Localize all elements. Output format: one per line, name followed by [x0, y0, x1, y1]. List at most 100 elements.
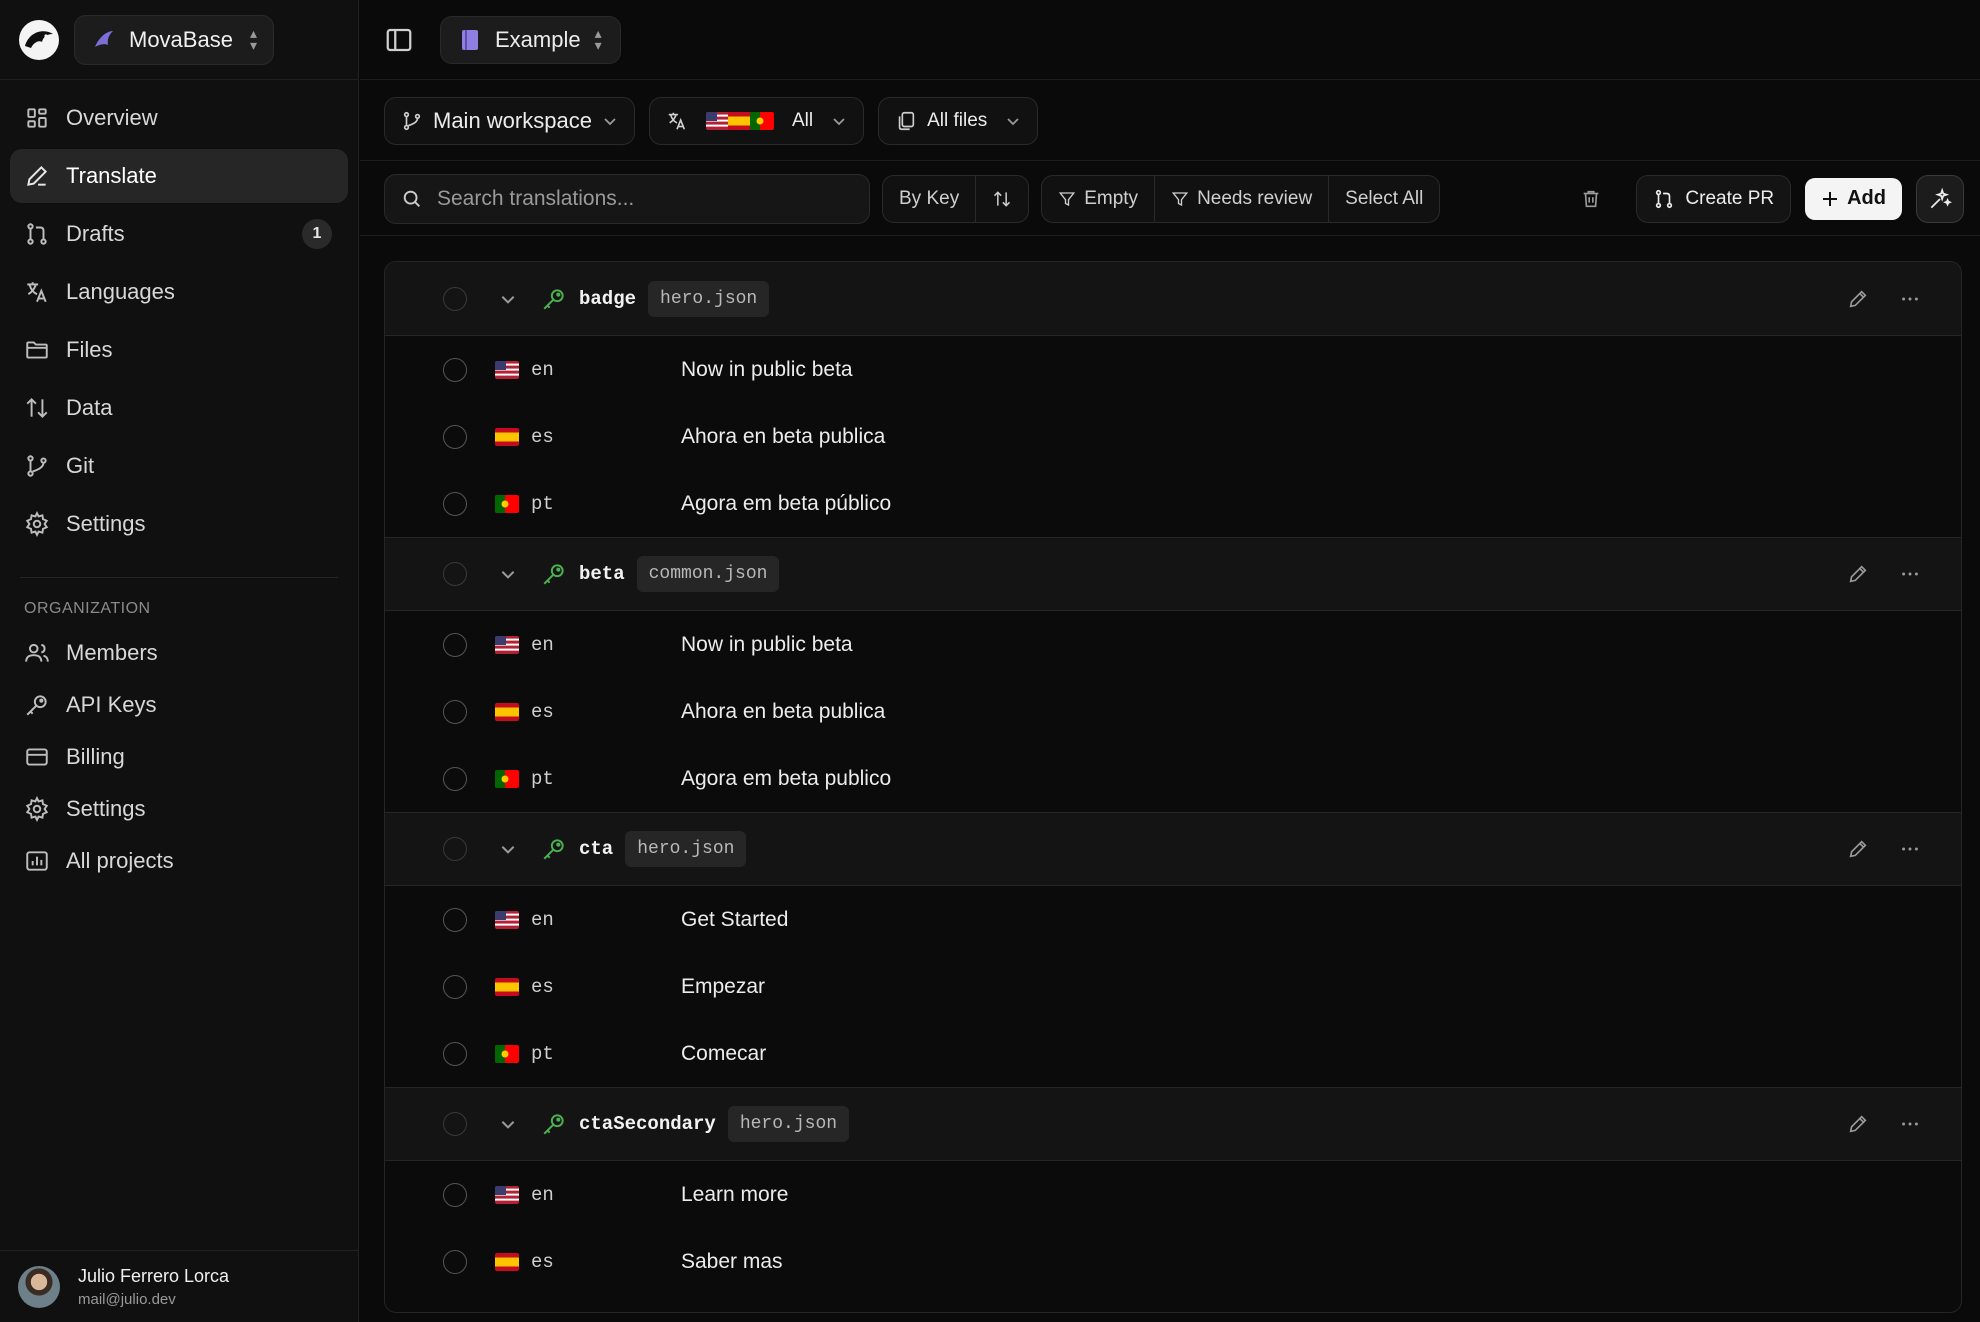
branch-selector[interactable]: Main workspace [384, 96, 635, 145]
nav-item-files[interactable]: Files [10, 323, 348, 377]
row-checkbox[interactable] [443, 766, 467, 791]
row-checkbox[interactable] [443, 424, 467, 449]
row-checkbox[interactable] [443, 1182, 467, 1207]
more-options-icon[interactable] [1899, 288, 1921, 310]
row-checkbox[interactable] [443, 1041, 467, 1066]
translation-group-header[interactable]: ctaSecondary hero.json [385, 1087, 1961, 1161]
group-checkbox[interactable] [443, 1112, 467, 1136]
needs-review-label: Needs review [1197, 187, 1313, 209]
book-icon [462, 29, 478, 50]
nav-item-org-settings[interactable]: Settings [10, 785, 348, 833]
key-icon [543, 1114, 564, 1135]
nav-item-all-projects[interactable]: All projects [10, 837, 348, 885]
translation-row[interactable]: en Learn more [385, 1161, 1961, 1228]
chevron-down-icon[interactable] [499, 1115, 517, 1133]
ai-assist-button[interactable] [1916, 174, 1964, 223]
nav-label: Data [66, 395, 113, 420]
group-checkbox[interactable] [443, 837, 467, 861]
chevron-down-icon[interactable] [499, 840, 517, 858]
by-key-sort-button[interactable]: By Key [883, 175, 977, 222]
translation-value[interactable]: Ahora en beta publica [681, 425, 885, 449]
translation-value[interactable]: Ahora en beta publica [681, 700, 885, 724]
sidebar-toggle-icon[interactable] [384, 25, 414, 55]
toolbar: By Key Empty Needs review Select All Cre… [360, 162, 1980, 236]
edit-pencil-icon[interactable] [1847, 1113, 1869, 1135]
select-all-button[interactable]: Select All [1329, 176, 1439, 222]
translations-table: badge hero.json en Now in public beta es… [384, 261, 1962, 1313]
translation-row[interactable]: pt Agora em beta público [385, 470, 1961, 537]
translation-row[interactable]: es Empezar [385, 953, 1961, 1020]
es-flag-icon [495, 977, 519, 996]
translation-value[interactable]: Now in public beta [681, 358, 853, 382]
search-input[interactable] [437, 186, 837, 211]
translation-value[interactable]: Agora em beta público [681, 492, 891, 516]
file-tag: hero.json [727, 1106, 850, 1142]
translation-row[interactable]: en Get Started [385, 886, 1961, 953]
nav-item-overview[interactable]: Overview [10, 91, 348, 145]
nav-item-members[interactable]: Members [10, 629, 348, 677]
nav-item-git[interactable]: Git [10, 439, 348, 493]
translation-row[interactable]: es Saber mas [385, 1228, 1961, 1295]
translation-value[interactable]: Learn more [681, 1183, 788, 1207]
language-filter[interactable]: All [648, 96, 865, 145]
translation-value[interactable]: Empezar [681, 975, 765, 999]
empty-filter-button[interactable]: Empty [1042, 175, 1156, 222]
edit-pencil-icon[interactable] [1847, 563, 1869, 585]
user-profile[interactable]: Julio Ferrero Lorca mail@julio.dev [0, 1250, 359, 1322]
translation-value[interactable]: Saber mas [681, 1250, 783, 1274]
nav-item-billing[interactable]: Billing [10, 733, 348, 781]
nav-item-translate[interactable]: Translate [10, 149, 348, 203]
create-pr-button[interactable]: Create PR [1636, 174, 1792, 223]
es-flag-icon [495, 427, 519, 446]
edit-pencil-icon[interactable] [1847, 288, 1869, 310]
translate-icon [27, 282, 47, 303]
translation-row[interactable]: pt Agora em beta publico [385, 745, 1961, 812]
translation-value[interactable]: Now in public beta [681, 633, 853, 657]
translation-value[interactable]: Comecar [681, 1042, 766, 1066]
row-checkbox[interactable] [443, 699, 467, 724]
project-switcher[interactable]: Example ▴ ▾ [440, 15, 621, 64]
translation-row[interactable]: es Ahora en beta publica [385, 678, 1961, 745]
translation-key: cta [579, 838, 614, 860]
row-checkbox[interactable] [443, 974, 467, 999]
chevron-down-icon[interactable] [499, 290, 517, 308]
row-checkbox[interactable] [443, 491, 467, 516]
translation-row[interactable]: en Now in public beta [385, 611, 1961, 678]
needs-review-filter-button[interactable]: Needs review [1155, 175, 1330, 222]
row-checkbox[interactable] [443, 357, 467, 382]
translation-row[interactable]: es Ahora en beta publica [385, 403, 1961, 470]
row-checkbox[interactable] [443, 1249, 467, 1274]
translation-group-header[interactable]: badge hero.json [385, 262, 1961, 336]
nav-item-languages[interactable]: Languages [10, 265, 348, 319]
nav-item-drafts[interactable]: Drafts 1 [10, 207, 348, 261]
row-checkbox[interactable] [443, 907, 467, 932]
more-options-icon[interactable] [1899, 1113, 1921, 1135]
nav-item-settings[interactable]: Settings [10, 497, 348, 551]
file-filter[interactable]: All files [878, 96, 1039, 145]
add-button[interactable]: Add [1805, 177, 1902, 220]
translation-key: ctaSecondary [579, 1113, 716, 1135]
row-checkbox[interactable] [443, 632, 467, 657]
translation-group-header[interactable]: cta hero.json [385, 812, 1961, 886]
group-checkbox[interactable] [443, 562, 467, 586]
chevron-updown-icon: ▴ ▾ [249, 25, 257, 53]
nav-item-data[interactable]: Data [10, 381, 348, 435]
translation-row[interactable]: en Now in public beta [385, 336, 1961, 403]
nav-item-api-keys[interactable]: API Keys [10, 681, 348, 729]
chevron-down-icon[interactable] [499, 565, 517, 583]
workspace-switcher[interactable]: MovaBase ▴ ▾ [74, 14, 274, 65]
translation-group-header[interactable]: beta common.json [385, 537, 1961, 611]
more-options-icon[interactable] [1899, 563, 1921, 585]
edit-pencil-icon[interactable] [1847, 838, 1869, 860]
language-code: pt [531, 1042, 554, 1065]
search-box[interactable] [384, 173, 870, 224]
sort-direction-button[interactable] [976, 176, 1028, 222]
delete-button[interactable] [1572, 180, 1610, 218]
group-checkbox[interactable] [443, 286, 467, 311]
translation-row[interactable]: pt Comecar [385, 1020, 1961, 1087]
filter-controls: Empty Needs review Select All [1041, 174, 1441, 223]
translation-value[interactable]: Agora em beta publico [681, 767, 891, 791]
translation-value[interactable]: Get Started [681, 908, 788, 932]
app-logo[interactable] [16, 17, 62, 63]
more-options-icon[interactable] [1899, 838, 1921, 860]
